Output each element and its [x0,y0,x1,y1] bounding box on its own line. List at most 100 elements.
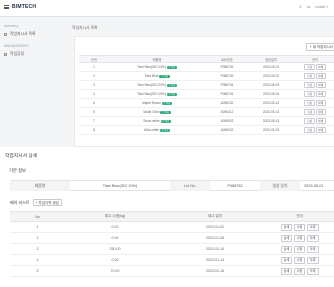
status-badge: 진행중 [166,65,178,70]
product-name-cell[interactable]: Moab Olive 진행중 [109,107,205,117]
product-name-cell[interactable]: Tiani Blue(ISO 15%) 진행중 [109,89,205,99]
table-row[interactable]: 5 70.00 2023-01-15 상세 수정 삭제 [10,265,334,277]
delete-button[interactable]: 삭제 [306,234,319,242]
product-name-cell[interactable]: Ultra white 진행중 [109,125,205,135]
edit-button[interactable]: 수정 [304,64,315,70]
logo[interactable]: BIMTECH [4,4,36,10]
menu-icon[interactable] [4,5,9,9]
edit-button[interactable]: 수정 [293,234,306,242]
edit-button[interactable]: 수정 [293,245,306,253]
sidebar-item-process[interactable]: 작업공정 [4,52,24,57]
product-name-link[interactable]: Ultra white [144,128,159,132]
edit-button[interactable]: 수정 [304,91,315,97]
edit-button[interactable]: 수정 [304,118,315,124]
detail-button[interactable]: 상세 [280,245,293,253]
product-name-link[interactable]: Tiani Blue(ISO 15%) [137,92,166,96]
edit-button[interactable]: 수정 [304,100,315,106]
sidebar-item-workorders[interactable]: 작업지시서 목록 [4,32,36,37]
add-history-button[interactable]: + 투입이력 생성 [32,199,62,206]
date-cell: 2023-05-13 [249,107,293,117]
edit-button[interactable]: 수정 [304,73,315,79]
table-row[interactable]: 3 Tiani Blue(ISO 20%) 진행중 P086761 2023-05-03… [79,80,334,90]
detail-button[interactable]: 상세 [280,234,293,242]
notification-icon[interactable]: ① [299,5,302,9]
actions-cell: 수정 삭제 [293,116,334,126]
product-name-link[interactable]: Tiani Blue(ISO 20%) [137,83,166,87]
product-name-link[interactable]: Tiani Blue(ISO 10%) [137,65,166,69]
quantity-cell: 0.00 [65,232,165,244]
lot-cell: A096002 [205,116,249,126]
table-row[interactable]: 2 Tiani Blue 진행중 P086782 2023-05-02 수정 삭제 [79,71,334,81]
delete-button[interactable]: 삭제 [306,267,319,275]
actions-cell: 상세 수정 삭제 [265,232,334,244]
actions-cell: 상세 수정 삭제 [265,221,334,233]
table-row[interactable]: 4 0.00 2023-01-14 상세 수정 삭제 [10,254,334,266]
product-name-link[interactable]: Tiani Blue [144,74,158,78]
delete-button[interactable]: 삭제 [306,245,319,253]
list-icon [4,33,7,36]
quantity-cell: 0.00 [65,254,165,266]
product-name-cell[interactable]: Tiani Blue(ISO 20%) 진행중 [109,80,205,90]
basic-info-row: 제품명 Tiani Blue(ISO 10%) Lot No. P086752 … [10,180,334,191]
column-header: No [10,211,65,222]
table-row[interactable]: 3 250.00 2023-01-10 상세 수정 삭제 [10,243,334,255]
lot-cell: A096232 [205,98,249,108]
product-name-cell[interactable]: Tiani Blue(ISO 10%) 진행중 [109,62,205,72]
status-badge: 진행중 [160,110,171,115]
edit-button[interactable]: 수정 [293,256,306,264]
table-row[interactable]: 2 0.00 2023-01-08 상세 수정 삭제 [10,232,334,244]
delete-button[interactable]: 삭제 [315,109,326,115]
delete-button[interactable]: 삭제 [315,73,326,79]
delete-button[interactable]: 삭제 [315,91,326,97]
product-name-cell[interactable]: Tiani Blue 진행중 [109,71,205,81]
product-name-link[interactable]: Maple Brown [142,101,161,105]
table-row[interactable]: 8 Ultra white 진행중 A096032 2023-05-15 수정 삭제 [79,125,334,135]
row-number: 4 [79,89,109,99]
table-header-row: 순번 제품명 로트번호 생성일자 관리 [79,55,334,63]
add-workorder-button[interactable]: + 새 작업지시서 [305,43,334,51]
user-menu[interactable]: model 1 [316,5,328,9]
language-select[interactable]: ko [307,5,311,9]
table-row[interactable]: 4 Tiani Blue(ISO 15%) 진행중 P086751 2023-05-04… [79,89,334,99]
workorder-list-card: + 새 작업지시서 순번 제품명 로트번호 생성일자 관리 1 Tiani Blu… [74,36,334,147]
lot-cell: A096032 [205,125,249,135]
table-row[interactable]: 1 0.00 2023-01-02 상세 수정 삭제 [10,221,334,233]
table-row[interactable]: 7 Snow white 진행중 A096002 2023-05-13 수정 삭제 [79,116,334,126]
row-number: 1 [79,62,109,72]
delete-button[interactable]: 삭제 [315,127,326,133]
row-number: 7 [79,116,109,126]
actions-cell: 수정 삭제 [293,125,334,135]
detail-button[interactable]: 상세 [280,267,293,275]
status-badge: 진행중 [160,119,171,124]
history-label: 배치 리스트 [10,199,30,205]
product-name-cell[interactable]: Snow white 진행중 [109,116,205,126]
column-header: 재고 일자 [165,211,265,222]
table-row[interactable]: 6 Moab Olive 진행중 A096212 2023-05-13 수정 삭제 [79,107,334,117]
date-cell: 2023-01-02 [165,221,265,233]
delete-button[interactable]: 삭제 [315,64,326,70]
delete-button[interactable]: 삭제 [306,223,319,231]
actions-cell: 상세 수정 삭제 [265,254,334,266]
delete-button[interactable]: 삭제 [315,100,326,106]
product-name-link[interactable]: Snow white [143,119,159,123]
row-number: 5 [79,98,109,108]
edit-button[interactable]: 수정 [304,82,315,88]
actions-cell: 상세 수정 삭제 [265,265,334,277]
product-name-link[interactable]: Moab Olive [143,110,159,114]
detail-title: 작업지시서 상세 [5,154,38,159]
edit-button[interactable]: 수정 [304,109,315,115]
table-row[interactable]: 1 Tiani Blue(ISO 10%) 진행중 P086752 2023-05-01… [79,62,334,72]
product-name-cell[interactable]: Maple Brown 진행중 [109,98,205,108]
edit-button[interactable]: 수정 [304,127,315,133]
edit-button[interactable]: 수정 [293,223,306,231]
delete-button[interactable]: 삭제 [315,82,326,88]
detail-button[interactable]: 상세 [280,223,293,231]
edit-button[interactable]: 수정 [293,267,306,275]
table-row[interactable]: 5 Maple Brown 진행중 A096232 2023-05-12 수정 삭제 [79,98,334,108]
date-cell: 2023-05-03 [249,80,293,90]
delete-button[interactable]: 삭제 [315,118,326,124]
actions-cell: 상세 수정 삭제 [265,243,334,255]
delete-button[interactable]: 삭제 [306,256,319,264]
actions-cell: 수정 삭제 [293,107,334,117]
detail-button[interactable]: 상세 [280,256,293,264]
